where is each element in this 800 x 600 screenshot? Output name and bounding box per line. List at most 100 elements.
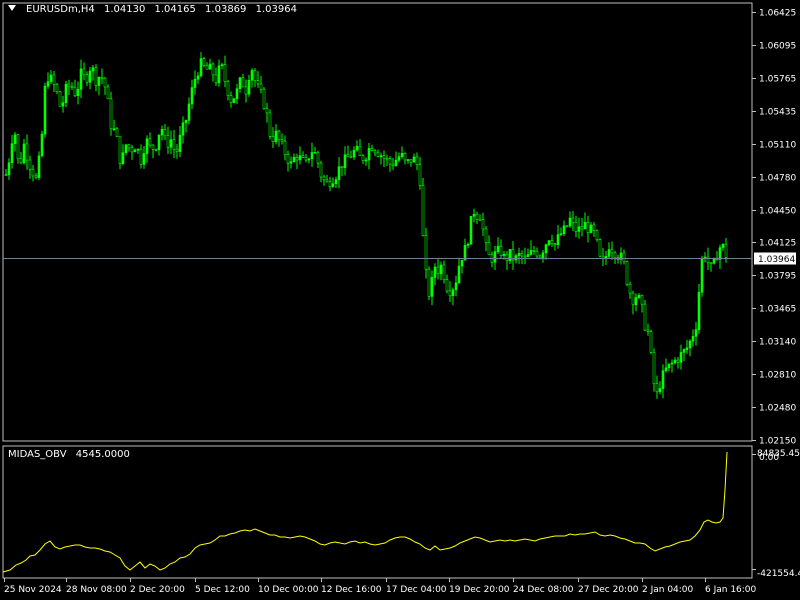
candle bbox=[322, 174, 326, 186]
candle bbox=[433, 263, 437, 286]
candle bbox=[334, 176, 338, 188]
candle bbox=[406, 158, 410, 164]
candle-body bbox=[187, 103, 191, 121]
candle-body bbox=[244, 86, 248, 95]
candle-body bbox=[64, 83, 68, 103]
price-tick-label: 1.03795 bbox=[759, 272, 796, 282]
candle bbox=[370, 144, 374, 152]
candle-body bbox=[385, 157, 389, 160]
candle bbox=[7, 158, 11, 180]
candle-body bbox=[214, 74, 218, 84]
candle bbox=[67, 79, 71, 96]
candle-body bbox=[148, 138, 152, 146]
candle-body bbox=[508, 249, 512, 262]
candle bbox=[463, 238, 467, 261]
candle-body bbox=[277, 130, 281, 140]
candle bbox=[571, 210, 575, 232]
candle bbox=[262, 87, 266, 110]
candle bbox=[655, 375, 659, 399]
candle-body bbox=[85, 74, 89, 83]
candle bbox=[274, 124, 278, 145]
price-tick-label: 1.06425 bbox=[759, 9, 796, 19]
candle-body bbox=[220, 64, 224, 66]
candle bbox=[397, 152, 401, 163]
candle-body bbox=[265, 108, 269, 114]
time-tick-label: 5 Dec 12:00 bbox=[195, 585, 250, 595]
candle-body bbox=[70, 86, 74, 88]
candle-body bbox=[160, 129, 164, 136]
candle bbox=[61, 95, 65, 113]
candle-body bbox=[310, 152, 314, 160]
candle-body bbox=[145, 138, 149, 154]
candle bbox=[559, 227, 563, 237]
candle-body bbox=[31, 168, 35, 177]
candle-body bbox=[394, 159, 398, 166]
candle bbox=[55, 82, 59, 95]
candle-body bbox=[565, 225, 569, 228]
candle bbox=[13, 131, 17, 152]
candle bbox=[430, 270, 434, 306]
candle bbox=[181, 116, 185, 144]
candle-body bbox=[451, 289, 455, 297]
candle bbox=[298, 146, 302, 165]
candle-body bbox=[661, 370, 665, 389]
candle bbox=[355, 140, 359, 152]
candle-body bbox=[613, 252, 617, 259]
bid-price-label: 1.03964 bbox=[758, 255, 795, 265]
candle-body bbox=[556, 234, 560, 245]
candle bbox=[271, 127, 275, 148]
candle bbox=[520, 250, 524, 265]
candle bbox=[505, 251, 509, 271]
candle-body bbox=[370, 147, 374, 151]
candle bbox=[622, 249, 626, 265]
candle-body bbox=[463, 245, 467, 261]
candle bbox=[175, 144, 179, 159]
candle-body bbox=[313, 151, 317, 154]
candle-body bbox=[517, 253, 521, 256]
candle-body bbox=[4, 174, 8, 176]
time-tick-label: 10 Dec 00:00 bbox=[258, 585, 319, 595]
candle-body bbox=[346, 154, 350, 158]
candle-body bbox=[571, 217, 575, 223]
candle-body bbox=[46, 81, 50, 87]
candle bbox=[583, 212, 587, 230]
candle bbox=[589, 222, 593, 234]
candle bbox=[310, 142, 314, 167]
candle-body bbox=[331, 183, 335, 188]
candle bbox=[220, 62, 224, 70]
candle-body bbox=[94, 67, 98, 86]
candle bbox=[361, 154, 365, 164]
candle-body bbox=[421, 185, 425, 236]
candle bbox=[574, 215, 578, 238]
candle-body bbox=[196, 75, 200, 80]
candle bbox=[109, 91, 113, 136]
candle bbox=[19, 152, 23, 165]
candle bbox=[709, 262, 713, 272]
candle bbox=[301, 151, 305, 159]
candle bbox=[184, 119, 188, 133]
candle bbox=[667, 363, 671, 372]
candle-body bbox=[652, 352, 656, 384]
candle-body bbox=[541, 252, 545, 259]
candle-body bbox=[154, 149, 158, 151]
candle-body bbox=[457, 265, 461, 284]
candle-body bbox=[241, 77, 245, 88]
candle bbox=[601, 248, 605, 267]
candle bbox=[547, 239, 551, 247]
candle-body bbox=[229, 95, 233, 103]
candle-body bbox=[316, 151, 320, 164]
price-chart[interactable]: 1.06425 1.06095 1.05765 1.05435 1.05110 1.047… bbox=[0, 0, 800, 600]
price-tick-label: 1.03140 bbox=[759, 338, 796, 348]
candle-body bbox=[481, 219, 485, 230]
candle-body bbox=[475, 213, 479, 220]
candle-body bbox=[406, 159, 410, 161]
candle bbox=[352, 146, 356, 160]
candle-body bbox=[73, 86, 77, 97]
candle bbox=[385, 154, 389, 167]
candle bbox=[82, 62, 86, 81]
candle bbox=[217, 59, 221, 87]
candle bbox=[100, 68, 104, 84]
candle bbox=[415, 152, 419, 171]
candle-body bbox=[139, 148, 143, 165]
candle-body bbox=[439, 264, 443, 275]
